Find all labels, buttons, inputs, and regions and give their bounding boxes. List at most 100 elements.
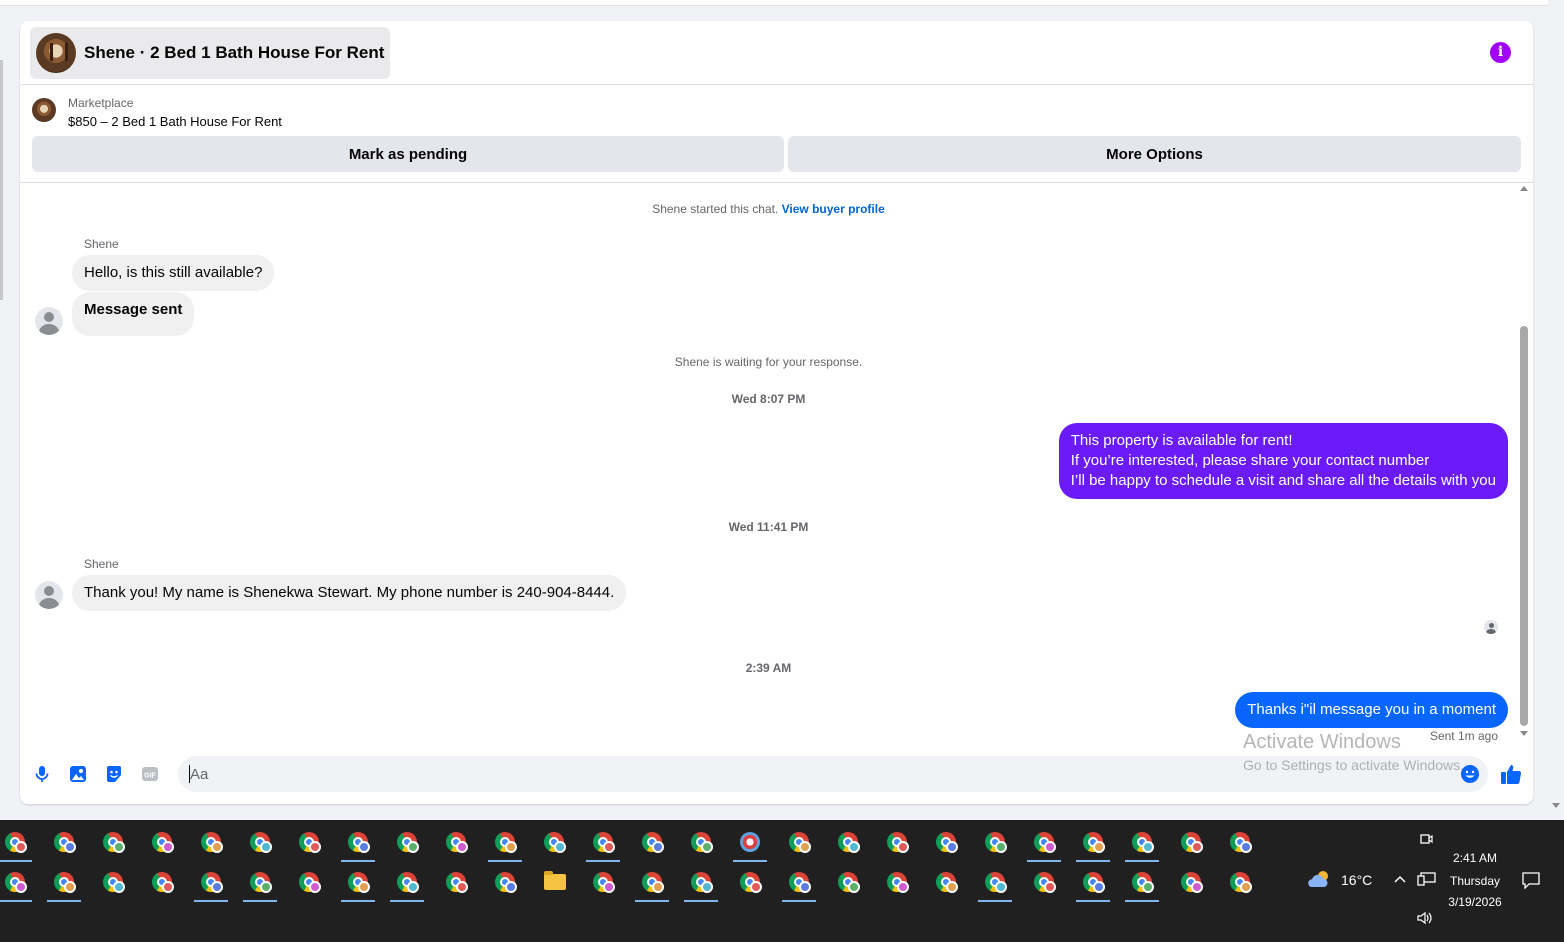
chrome-profile-taskbar-icon[interactable] bbox=[0, 862, 35, 902]
chat-title-button[interactable]: Shene · 2 Bed 1 Bath House For Rent bbox=[30, 27, 391, 79]
chrome-profile-taskbar-icon[interactable] bbox=[681, 862, 721, 902]
scroll-down-arrow-icon[interactable] bbox=[1520, 731, 1528, 736]
chevron-up-icon[interactable] bbox=[1393, 874, 1407, 884]
app-taskbar-icon[interactable] bbox=[730, 822, 770, 862]
profile-badge-icon bbox=[113, 881, 125, 893]
thumbs-up-icon[interactable] bbox=[1499, 762, 1523, 786]
clock-date[interactable]: 3/19/2026 bbox=[1440, 895, 1510, 909]
chrome-profile-taskbar-icon[interactable] bbox=[0, 822, 35, 862]
chrome-profile-taskbar-icon[interactable] bbox=[142, 862, 182, 902]
chrome-profile-taskbar-icon[interactable] bbox=[93, 822, 133, 862]
message-thread: Shene started this chat. View buyer prof… bbox=[20, 184, 1533, 749]
chrome-profile-taskbar-icon[interactable] bbox=[828, 862, 868, 902]
chrome-profile-taskbar-icon[interactable] bbox=[926, 822, 966, 862]
chrome-profile-taskbar-icon[interactable] bbox=[877, 822, 917, 862]
chrome-profile-taskbar-icon[interactable] bbox=[44, 862, 84, 902]
chrome-profile-taskbar-icon[interactable] bbox=[338, 822, 378, 862]
chrome-profile-taskbar-icon[interactable] bbox=[975, 862, 1015, 902]
chrome-profile-taskbar-icon[interactable] bbox=[1122, 822, 1162, 862]
thread-scrollbar[interactable] bbox=[1519, 186, 1529, 736]
chrome-profile-taskbar-icon[interactable] bbox=[44, 822, 84, 862]
chrome-profile-taskbar-icon[interactable] bbox=[828, 822, 868, 862]
notification-center-icon[interactable] bbox=[1521, 871, 1541, 889]
chrome-profile-taskbar-icon[interactable] bbox=[387, 862, 427, 902]
scroll-up-arrow-icon[interactable] bbox=[1520, 186, 1528, 191]
outgoing-message[interactable]: Thanks i"il message you in a moment bbox=[1235, 692, 1508, 728]
scroll-thumb[interactable] bbox=[1520, 326, 1528, 726]
listing-small-thumbnail[interactable] bbox=[32, 98, 56, 122]
gif-icon[interactable]: GIF bbox=[140, 764, 160, 784]
chrome-profile-taskbar-icon[interactable] bbox=[289, 862, 329, 902]
chrome-profile-taskbar-icon[interactable] bbox=[1220, 822, 1260, 862]
info-icon[interactable]: i bbox=[1490, 42, 1511, 63]
microphone-icon[interactable] bbox=[32, 764, 52, 784]
profile-badge-icon bbox=[407, 841, 419, 853]
chrome-profile-taskbar-icon[interactable] bbox=[191, 822, 231, 862]
chrome-profile-taskbar-icon[interactable] bbox=[93, 862, 133, 902]
chrome-profile-taskbar-icon[interactable] bbox=[975, 822, 1015, 862]
file-explorer-taskbar-icon[interactable] bbox=[534, 862, 574, 902]
chrome-profile-taskbar-icon[interactable] bbox=[1073, 862, 1113, 902]
chrome-profile-taskbar-icon[interactable] bbox=[632, 862, 672, 902]
network-icon[interactable] bbox=[1417, 871, 1437, 887]
chrome-profile-taskbar-icon[interactable] bbox=[436, 822, 476, 862]
incoming-message[interactable]: Thank you! My name is Shenekwa Stewart. … bbox=[72, 575, 627, 611]
profile-badge-icon bbox=[309, 841, 321, 853]
chrome-profile-taskbar-icon[interactable] bbox=[681, 822, 721, 862]
chrome-profile-taskbar-icon[interactable] bbox=[387, 822, 427, 862]
chrome-profile-taskbar-icon[interactable] bbox=[779, 822, 819, 862]
profile-badge-icon bbox=[848, 881, 860, 893]
profile-badge-icon bbox=[211, 841, 223, 853]
chrome-profile-taskbar-icon[interactable] bbox=[926, 862, 966, 902]
clock-day[interactable]: Thursday bbox=[1440, 874, 1510, 888]
left-panel-edge bbox=[0, 60, 3, 300]
chrome-profile-taskbar-icon[interactable] bbox=[1073, 822, 1113, 862]
chrome-profile-taskbar-icon[interactable] bbox=[436, 862, 476, 902]
sender-avatar[interactable] bbox=[35, 307, 63, 335]
mark-as-pending-button[interactable]: Mark as pending bbox=[32, 136, 784, 172]
chrome-profile-taskbar-icon[interactable] bbox=[534, 822, 574, 862]
chat-window: Shene · 2 Bed 1 Bath House For Rent i Ma… bbox=[20, 21, 1533, 804]
page-scroll-down-arrow-icon[interactable] bbox=[1552, 803, 1560, 808]
chrome-profile-taskbar-icon[interactable] bbox=[142, 822, 182, 862]
chrome-profile-taskbar-icon[interactable] bbox=[485, 862, 525, 902]
profile-badge-icon bbox=[162, 841, 174, 853]
profile-badge-icon bbox=[1044, 841, 1056, 853]
chrome-profile-taskbar-icon[interactable] bbox=[583, 822, 623, 862]
chrome-profile-taskbar-icon[interactable] bbox=[485, 822, 525, 862]
meet-now-icon[interactable] bbox=[1419, 831, 1433, 847]
chrome-profile-taskbar-icon[interactable] bbox=[779, 862, 819, 902]
photo-icon[interactable] bbox=[68, 764, 88, 784]
sender-avatar[interactable] bbox=[35, 581, 63, 609]
incoming-message[interactable]: Message sent bbox=[72, 292, 195, 336]
volume-icon[interactable] bbox=[1416, 910, 1434, 926]
chrome-profile-taskbar-icon[interactable] bbox=[632, 822, 672, 862]
chrome-profile-taskbar-icon[interactable] bbox=[1122, 862, 1162, 902]
chrome-profile-taskbar-icon[interactable] bbox=[289, 822, 329, 862]
chrome-profile-taskbar-icon[interactable] bbox=[1171, 822, 1211, 862]
view-buyer-profile-link[interactable]: View buyer profile bbox=[782, 202, 885, 216]
chrome-profile-taskbar-icon[interactable] bbox=[338, 862, 378, 902]
chrome-profile-taskbar-icon[interactable] bbox=[730, 862, 770, 902]
sticker-icon[interactable] bbox=[104, 764, 124, 784]
profile-badge-icon bbox=[64, 841, 76, 853]
chrome-profile-taskbar-icon[interactable] bbox=[1024, 822, 1064, 862]
outgoing-message[interactable]: This property is available for rent! If … bbox=[1058, 423, 1508, 499]
chrome-profile-taskbar-icon[interactable] bbox=[877, 862, 917, 902]
weather-icon[interactable] bbox=[1306, 869, 1334, 889]
chrome-profile-taskbar-icon[interactable] bbox=[240, 862, 280, 902]
temperature[interactable]: 16°C bbox=[1341, 872, 1372, 888]
chrome-profile-taskbar-icon[interactable] bbox=[1171, 862, 1211, 902]
profile-badge-icon bbox=[554, 841, 566, 853]
listing-price[interactable]: $850 – 2 Bed 1 Bath House For Rent bbox=[68, 114, 282, 129]
incoming-message[interactable]: Hello, is this still available? bbox=[72, 255, 275, 291]
chrome-profile-taskbar-icon[interactable] bbox=[191, 862, 231, 902]
sender-name: Shene bbox=[84, 557, 119, 571]
more-options-button[interactable]: More Options bbox=[788, 136, 1521, 172]
timestamp: Wed 8:07 PM bbox=[731, 392, 806, 406]
chrome-profile-taskbar-icon[interactable] bbox=[583, 862, 623, 902]
clock-time[interactable]: 2:41 AM bbox=[1440, 851, 1510, 865]
chrome-profile-taskbar-icon[interactable] bbox=[1024, 862, 1064, 902]
chrome-profile-taskbar-icon[interactable] bbox=[1220, 862, 1260, 902]
chrome-profile-taskbar-icon[interactable] bbox=[240, 822, 280, 862]
